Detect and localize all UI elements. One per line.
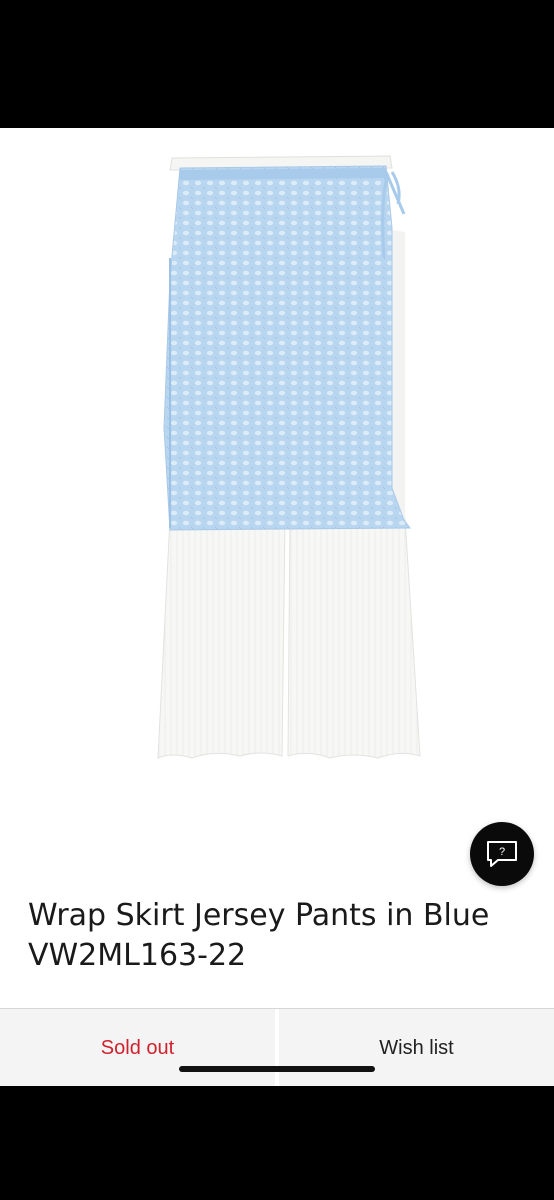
product-image bbox=[157, 155, 421, 759]
top-black-area bbox=[0, 0, 554, 128]
product-title: Wrap Skirt Jersey Pants in Blue VW2ML163… bbox=[28, 898, 490, 973]
home-indicator[interactable] bbox=[179, 1066, 375, 1072]
chat-question-icon: ? bbox=[487, 841, 517, 867]
product-detail-page: ? Wrap Skirt Jersey Pants in Blue VW2ML1… bbox=[0, 128, 554, 1086]
svg-text:?: ? bbox=[499, 846, 505, 858]
chat-button[interactable]: ? bbox=[470, 822, 534, 886]
action-bar: Sold out Wish list bbox=[0, 1008, 554, 1086]
bottom-black-area bbox=[0, 1086, 554, 1200]
sold-out-button[interactable]: Sold out bbox=[0, 1009, 275, 1086]
wish-list-button[interactable]: Wish list bbox=[275, 1009, 554, 1086]
